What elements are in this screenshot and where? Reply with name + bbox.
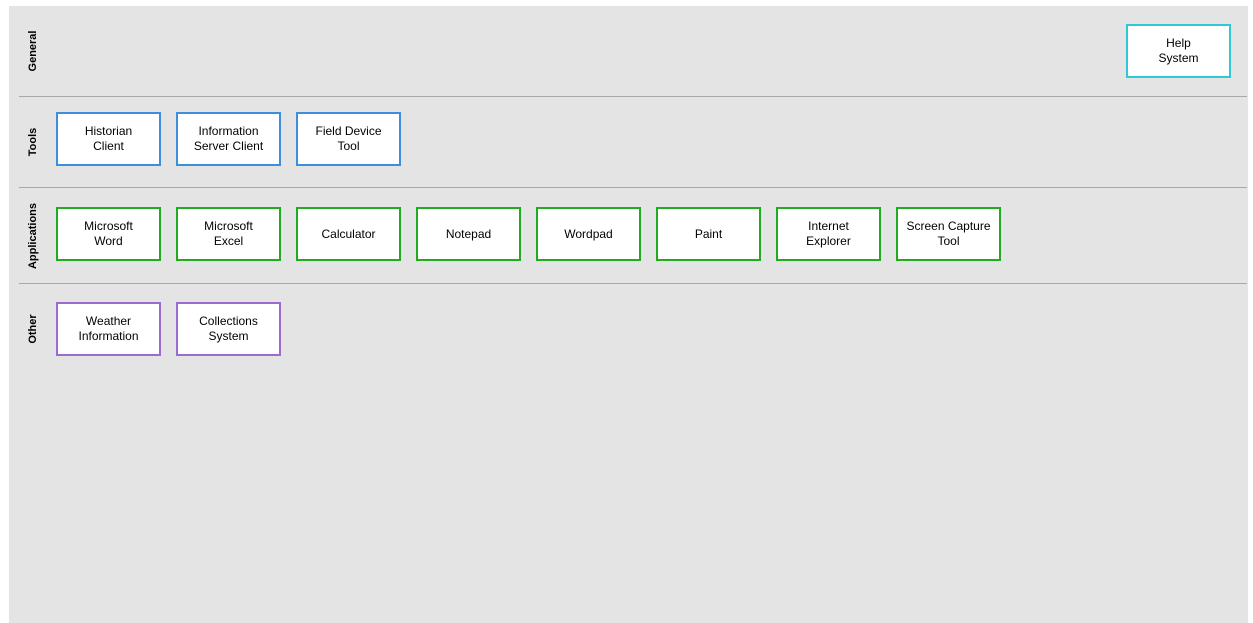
collections-system-button[interactable]: Collections System [176, 302, 281, 356]
tile-label: Weather Information [78, 314, 139, 343]
section-tools: Tools Historian Client Information Serve… [19, 97, 1247, 188]
section-label-text: Applications [27, 202, 39, 269]
section-label-text: Other [27, 314, 39, 344]
section-general-label: General [19, 6, 49, 96]
calculator-button[interactable]: Calculator [296, 207, 401, 261]
launcher-panel: General Help System Tools Historian Clie… [9, 6, 1248, 623]
information-server-client-button[interactable]: Information Server Client [176, 112, 281, 166]
tile-label: Calculator [321, 226, 376, 241]
tile-label: Collections System [199, 314, 258, 343]
section-applications-label: Applications [19, 188, 49, 283]
section-tools-label: Tools [19, 97, 49, 187]
notepad-button[interactable]: Notepad [416, 207, 521, 261]
section-other: Other Weather Information Collections Sy… [19, 284, 1247, 374]
section-label-text: Tools [27, 127, 39, 157]
wordpad-button[interactable]: Wordpad [536, 207, 641, 261]
historian-client-button[interactable]: Historian Client [56, 112, 161, 166]
tile-label: Wordpad [564, 226, 613, 241]
weather-information-button[interactable]: Weather Information [56, 302, 161, 356]
microsoft-excel-button[interactable]: Microsoft Excel [176, 207, 281, 261]
tile-label: Internet Explorer [806, 219, 851, 248]
tile-label: Historian Client [84, 124, 133, 153]
section-other-label: Other [19, 284, 49, 374]
section-applications: Applications Microsoft Word Microsoft Ex… [19, 188, 1247, 284]
internet-explorer-button[interactable]: Internet Explorer [776, 207, 881, 261]
screen-capture-tool-button[interactable]: Screen Capture Tool [896, 207, 1001, 261]
field-device-tool-button[interactable]: Field Device Tool [296, 112, 401, 166]
tile-label: Notepad [445, 226, 492, 241]
paint-button[interactable]: Paint [656, 207, 761, 261]
tile-label: Paint [694, 226, 723, 241]
tile-label: Field Device Tool [315, 124, 382, 153]
tile-label: Help System [1158, 36, 1199, 65]
tile-label: Microsoft Excel [204, 219, 253, 248]
help-system-button[interactable]: Help System [1126, 24, 1231, 78]
tile-label: Screen Capture Tool [906, 219, 991, 248]
tile-label: Information Server Client [193, 124, 264, 153]
tile-label: Microsoft Word [84, 219, 133, 248]
section-label-text: General [27, 30, 39, 72]
microsoft-word-button[interactable]: Microsoft Word [56, 207, 161, 261]
section-general: General Help System [19, 6, 1247, 97]
